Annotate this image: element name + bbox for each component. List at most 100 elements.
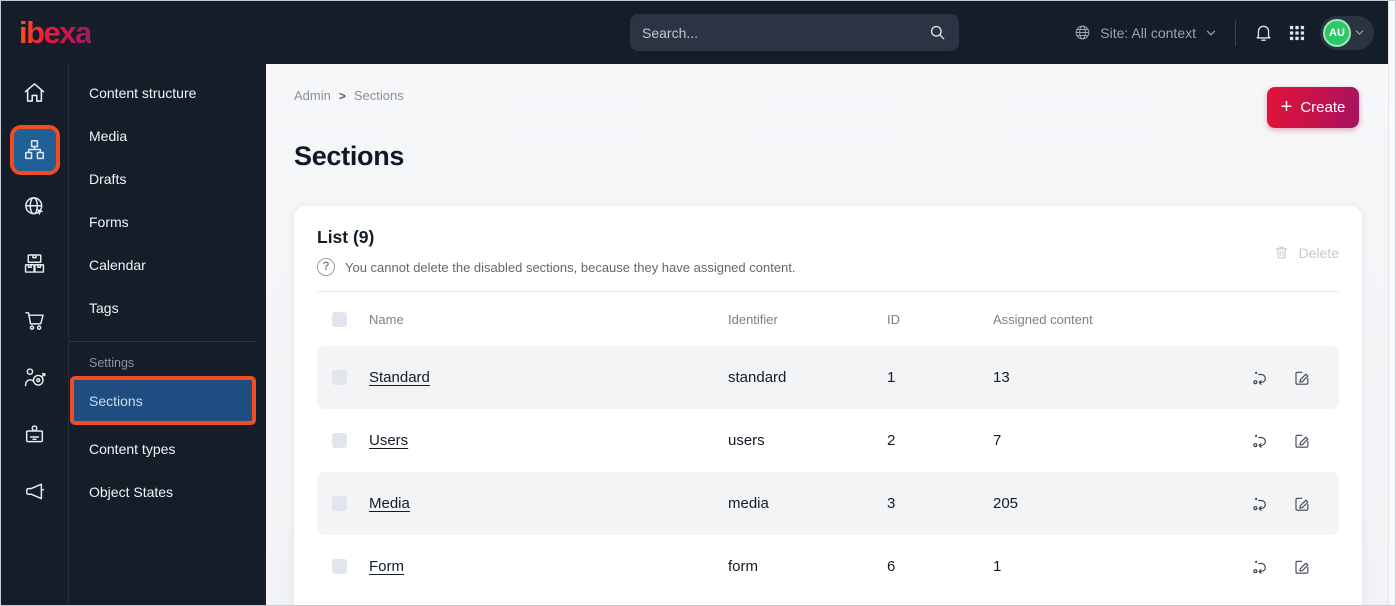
sitemap-icon xyxy=(22,137,47,162)
table-row: Media media 3 205 xyxy=(317,472,1339,535)
nav-site[interactable] xyxy=(1,178,68,235)
section-identifier: form xyxy=(728,558,758,575)
assign-content-button[interactable] xyxy=(1251,495,1269,513)
section-assigned-content: 1 xyxy=(993,558,1002,575)
column-header-name: Name xyxy=(369,311,404,327)
breadcrumb: Admin > Sections xyxy=(294,88,404,103)
site-context-label: Site: All context xyxy=(1100,24,1196,41)
topbar: ibexa Site: All context xyxy=(1,1,1388,64)
globe-icon xyxy=(1073,23,1092,42)
side-menu: Content structure Media Drafts Forms Cal… xyxy=(68,64,266,605)
section-name-link[interactable]: Standard xyxy=(369,369,728,386)
create-button[interactable]: + Create xyxy=(1267,87,1359,128)
menu-item-media[interactable]: Media xyxy=(69,114,266,157)
menu-item-tags[interactable]: Tags xyxy=(69,286,266,329)
ibexa-logo: ibexa xyxy=(19,14,92,50)
section-name-link[interactable]: Form xyxy=(369,558,728,575)
column-header-assigned-content: Assigned content xyxy=(993,311,1093,327)
assign-content-button[interactable] xyxy=(1251,558,1269,576)
section-assigned-content: 205 xyxy=(993,495,1019,512)
assign-content-icon xyxy=(1251,432,1269,450)
column-header-id: ID xyxy=(887,311,900,327)
menu-item-calendar[interactable]: Calendar xyxy=(69,243,266,286)
edit-button[interactable] xyxy=(1293,495,1311,513)
main-content: Admin > Sections + Create Sections List … xyxy=(266,64,1388,605)
breadcrumb-separator: > xyxy=(338,88,346,103)
assign-content-button[interactable] xyxy=(1251,432,1269,450)
section-id: 1 xyxy=(887,369,896,386)
edit-button[interactable] xyxy=(1293,432,1311,450)
nav-product-catalog[interactable] xyxy=(1,235,68,292)
menu-item-sections[interactable]: Sections xyxy=(70,376,256,425)
assign-content-button[interactable] xyxy=(1251,369,1269,387)
page-title: Sections xyxy=(294,141,405,171)
badge-icon xyxy=(22,422,47,447)
row-checkbox[interactable] xyxy=(332,496,347,511)
nav-content-structure[interactable] xyxy=(1,121,68,178)
section-identifier: users xyxy=(728,432,765,449)
edit-icon xyxy=(1293,369,1311,387)
cart-icon xyxy=(22,308,47,333)
search-input[interactable] xyxy=(642,24,928,41)
topbar-divider xyxy=(1235,19,1236,46)
section-assigned-content: 13 xyxy=(993,369,1010,386)
table-row: Form form 6 1 xyxy=(317,535,1339,598)
edit-button[interactable] xyxy=(1293,369,1311,387)
home-icon xyxy=(22,80,47,105)
chevron-down-icon xyxy=(1204,26,1218,40)
section-id: 3 xyxy=(887,495,896,512)
edit-icon xyxy=(1293,432,1311,450)
card-divider xyxy=(317,291,1339,292)
globe-pointer-icon xyxy=(22,194,47,219)
section-name-link[interactable]: Users xyxy=(369,432,728,449)
site-context-selector[interactable]: Site: All context xyxy=(1073,23,1218,42)
target-person-icon xyxy=(22,365,47,390)
avatar: AU xyxy=(1323,18,1351,47)
select-all-checkbox[interactable] xyxy=(332,311,347,327)
row-checkbox[interactable] xyxy=(332,559,347,574)
table-header: Name Identifier ID Assigned content xyxy=(317,292,1339,346)
nav-marketing[interactable] xyxy=(1,463,68,520)
row-checkbox[interactable] xyxy=(332,370,347,385)
app-grid-icon[interactable] xyxy=(1287,23,1307,43)
nav-dashboard[interactable] xyxy=(1,64,68,121)
row-checkbox[interactable] xyxy=(332,433,347,448)
column-header-identifier: Identifier xyxy=(728,311,778,327)
nav-rail xyxy=(1,64,68,605)
menu-section-label: Settings xyxy=(89,356,135,370)
scrollbar[interactable] xyxy=(1388,1,1395,605)
section-identifier: media xyxy=(728,495,769,512)
menu-item-object-states[interactable]: Object States xyxy=(69,470,266,513)
menu-item-forms[interactable]: Forms xyxy=(69,200,266,243)
search-icon[interactable] xyxy=(928,23,947,42)
section-assigned-content: 7 xyxy=(993,432,1002,449)
plus-icon: + xyxy=(1280,95,1293,118)
delete-button[interactable]: Delete xyxy=(1273,244,1339,261)
sections-list-card: List (9) ? You cannot delete the disable… xyxy=(294,206,1362,605)
boxes-icon xyxy=(22,251,47,276)
menu-item-content-types[interactable]: Content types xyxy=(69,427,266,470)
menu-item-drafts[interactable]: Drafts xyxy=(69,157,266,200)
table-row: Standard standard 1 13 xyxy=(317,346,1339,409)
section-id: 6 xyxy=(887,558,896,575)
edit-icon xyxy=(1293,558,1311,576)
section-name-link[interactable]: Media xyxy=(369,495,728,512)
breadcrumb-sections: Sections xyxy=(353,88,404,103)
section-id: 2 xyxy=(887,432,896,449)
edit-icon xyxy=(1293,495,1311,513)
nav-admin[interactable] xyxy=(1,406,68,463)
breadcrumb-admin[interactable]: Admin xyxy=(294,88,331,103)
nav-commerce[interactable] xyxy=(1,292,68,349)
edit-button[interactable] xyxy=(1293,558,1311,576)
menu-item-content-structure[interactable]: Content structure xyxy=(69,71,266,114)
nav-personalization[interactable] xyxy=(1,349,68,406)
list-title: List (9) xyxy=(317,227,375,247)
help-icon: ? xyxy=(317,258,335,276)
table-body: Standard standard 1 13 Users users 2 7 M… xyxy=(317,346,1339,598)
section-identifier: standard xyxy=(728,369,787,386)
notifications-bell-icon[interactable] xyxy=(1253,22,1274,43)
user-menu[interactable]: AU xyxy=(1320,15,1374,50)
global-search[interactable] xyxy=(630,14,959,51)
chevron-down-icon xyxy=(1353,26,1366,39)
annotation-highlight xyxy=(9,124,60,175)
